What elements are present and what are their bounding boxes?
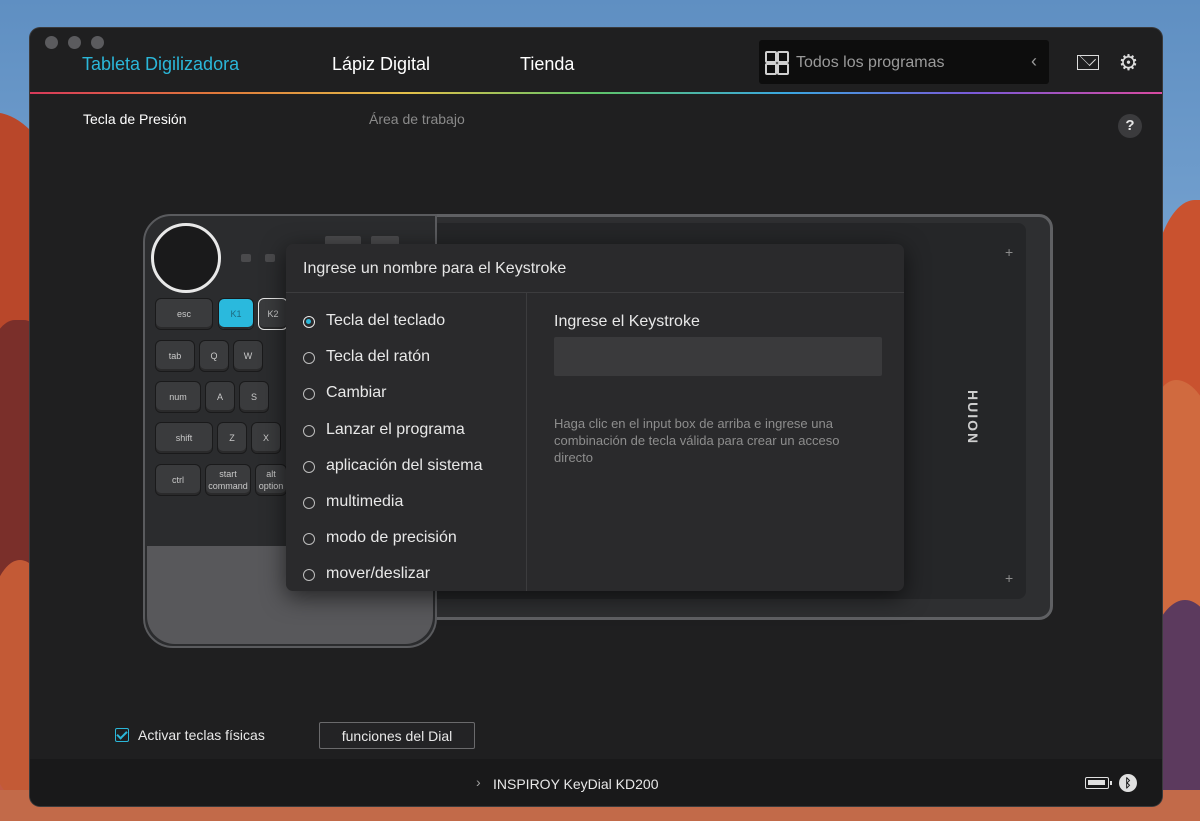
tab-tableta-digilizadora[interactable]: Tableta Digilizadora [82, 54, 239, 75]
device-key[interactable]: A [205, 381, 235, 413]
radio-selected[interactable] [303, 316, 315, 328]
corner-mark: + [1005, 244, 1014, 260]
radio[interactable] [303, 388, 315, 400]
divider [286, 292, 904, 293]
app-grid-icon [765, 51, 789, 75]
radio[interactable] [303, 497, 315, 509]
keystroke-input[interactable] [554, 337, 882, 376]
brand-logo: HUION [965, 390, 981, 446]
radio[interactable] [303, 425, 315, 437]
keystroke-help-text: Haga clic en el input box de arriba e in… [554, 416, 840, 465]
help-icon[interactable]: ? [1118, 114, 1142, 138]
device-key[interactable]: start command [205, 464, 251, 496]
enable-physical-keys-checkbox[interactable] [115, 728, 129, 742]
dial-functions-button[interactable]: funciones del Dial [319, 722, 475, 749]
device-key[interactable]: alt option [255, 464, 287, 496]
tab-tienda[interactable]: Tienda [520, 54, 574, 75]
radio[interactable] [303, 461, 315, 473]
radio[interactable] [303, 569, 315, 581]
corner-mark: + [1005, 570, 1014, 586]
dial-wheel[interactable] [151, 223, 221, 293]
keystroke-dialog: Ingrese un nombre para el Keystroke Tecl… [286, 244, 904, 591]
device-key[interactable]: ctrl [155, 464, 201, 496]
divider [526, 293, 527, 591]
device-key[interactable]: Z [217, 422, 247, 454]
device-key[interactable]: tab [155, 340, 195, 372]
keystroke-label: Ingrese el Keystroke [554, 313, 700, 330]
rainbow-divider [30, 92, 1162, 94]
mail-icon[interactable] [1077, 55, 1099, 70]
device-key[interactable]: shift [155, 422, 213, 454]
device-key-k2[interactable]: K2 [258, 298, 288, 330]
dialog-title: Ingrese un nombre para el Keystroke [303, 260, 567, 277]
device-name[interactable]: INSPIROY KeyDial KD200 [493, 776, 658, 792]
subtab-pressure-key[interactable]: Tecla de Presión [83, 111, 187, 127]
device-key[interactable]: num [155, 381, 201, 413]
program-selector-label: Todos los programas [796, 54, 945, 71]
app-window: Tableta Digilizadora Lápiz Digital Tiend… [30, 28, 1162, 806]
radio[interactable] [303, 533, 315, 545]
program-selector[interactable]: Todos los programas ‹ [759, 40, 1049, 84]
chevron-right-icon[interactable]: › [476, 774, 481, 790]
subtab-work-area[interactable]: Área de trabajo [369, 111, 465, 127]
device-key[interactable]: Q [199, 340, 229, 372]
indicator-light [241, 254, 251, 262]
device-key[interactable]: esc [155, 298, 213, 330]
status-bar: › INSPIROY KeyDial KD200 ᛒ [30, 759, 1162, 806]
enable-physical-keys-label[interactable]: Activar teclas físicas [138, 727, 265, 743]
gear-icon[interactable]: ⚙ [1118, 52, 1139, 74]
device-key[interactable]: S [239, 381, 269, 413]
top-navigation: Tableta Digilizadora Lápiz Digital Tiend… [30, 28, 1162, 92]
device-key[interactable]: X [251, 422, 281, 454]
radio[interactable] [303, 352, 315, 364]
tab-lapiz-digital[interactable]: Lápiz Digital [332, 54, 430, 75]
device-key-k1[interactable]: K1 [218, 298, 254, 330]
device-key[interactable]: W [233, 340, 263, 372]
indicator-light [265, 254, 275, 262]
bluetooth-icon: ᛒ [1119, 774, 1137, 792]
battery-icon [1085, 777, 1112, 789]
chevron-left-icon[interactable]: ‹ [1031, 51, 1037, 72]
